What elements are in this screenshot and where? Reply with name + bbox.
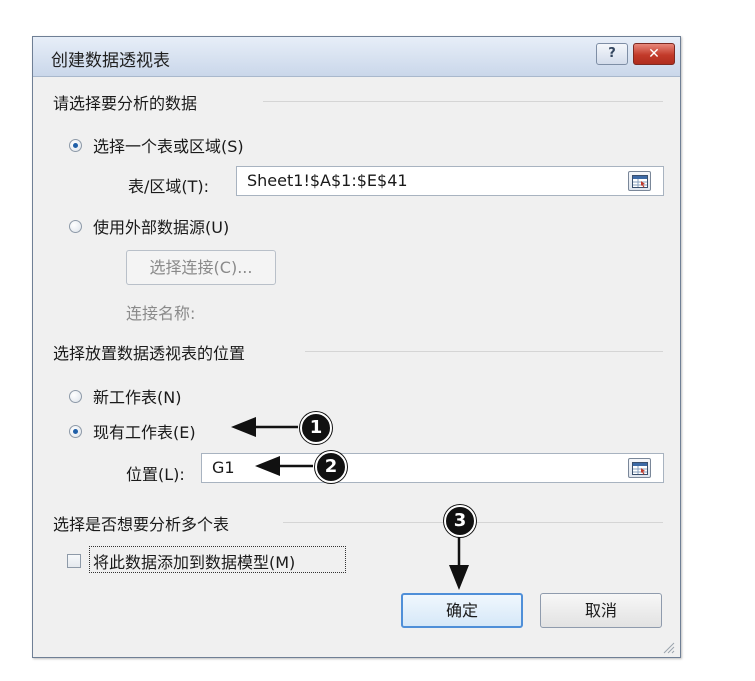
callout-badge-1: 1 [300, 412, 332, 444]
callout-badge-2: 2 [315, 451, 347, 483]
callout-badge-3: 3 [444, 505, 476, 537]
annotation-arrows [231, 417, 469, 590]
